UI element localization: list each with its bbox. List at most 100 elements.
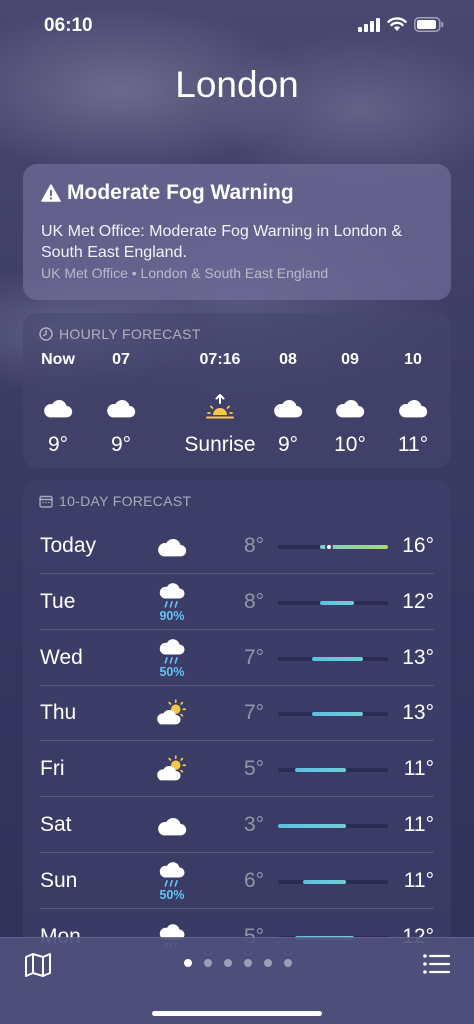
page-indicator[interactable] [184,959,292,967]
forecast-day-row[interactable]: Wed 50% 7° 13° [40,630,434,686]
temp-range-fill [320,600,355,605]
temp-range-fill [311,656,363,661]
page-dot[interactable] [284,959,292,967]
hour-value: 10° [334,433,366,456]
hour-value: 9° [277,433,299,456]
rain-cloud-icon: 50% [154,859,190,903]
low-temp: 3° [244,813,265,836]
temp-range-bar [278,600,388,605]
temp-range-fill [294,768,346,773]
high-temp: 16° [402,534,434,557]
calendar-icon [39,495,53,508]
hourly-item: 09 10° [315,351,385,457]
forecast-day-row[interactable]: Thu 7° 13° [40,685,434,742]
hour-label: 09 [341,351,359,368]
status-bar: 06:10 [0,0,474,52]
hourly-item: 10 11° [378,351,448,457]
list-icon[interactable] [422,952,450,976]
forecast-day-row[interactable]: Sun 50% 6° 11° [40,853,434,909]
current-temp-marker [324,543,333,551]
low-temp: 7° [244,701,265,725]
hour-label: 08 [279,351,297,368]
low-temp: 8° [244,589,265,613]
hourly-item: Now 9° [23,351,93,457]
page-dot[interactable] [264,959,272,967]
status-time: 06:10 [44,15,93,36]
wifi-icon [387,17,407,31]
hourly-item: 07 9° [86,351,156,457]
clock-icon [39,327,53,341]
day-label: Sat [40,813,72,836]
cloud-icon [253,387,323,427]
ten-day-forecast-card[interactable]: 10-DAY FORECAST Today 8° 16° Tue 90% 8° 12° Wed… [23,480,451,950]
day-label: Today [40,534,97,557]
temp-range-bar [278,768,388,773]
ten-day-forecast-title: 10-DAY FORECAST [59,493,192,509]
hourly-forecast-card[interactable]: HOURLY FORECAST Now 9° 07 9° 07:16 Sunrise 08 9… [23,313,451,468]
hourly-forecast-header: HOURLY FORECAST [39,326,201,342]
rain-cloud-icon: 90% [154,580,190,624]
temp-range-fill [303,879,346,884]
map-icon[interactable] [24,952,52,978]
precipitation-chance: 50% [159,664,185,679]
day-label: Tue [40,589,76,613]
day-label: Sun [40,868,78,892]
day-label: Thu [40,701,77,725]
forecast-day-row[interactable]: Tue 90% 8° 12° [40,574,434,630]
hour-label: Now [41,351,75,368]
hour-value: 9° [47,433,69,456]
precipitation-chance: 50% [159,887,185,902]
rain-cloud-icon: 50% [154,636,190,680]
forecast-day-row[interactable]: Today 8° 16° [40,518,434,574]
high-temp: 13° [402,645,434,669]
alert-description: UK Met Office: Moderate Fog Warning in L… [41,223,403,261]
bottom-toolbar [0,937,474,1024]
precipitation-chance: 90% [159,608,185,623]
forecast-day-row[interactable]: Sat 3° 11° [40,797,434,853]
temp-range-fill [278,824,346,828]
page-dot[interactable] [204,959,212,967]
city-name: London [175,64,299,105]
hour-value: 11° [397,433,429,456]
temp-range-bar [278,543,388,551]
page-dot[interactable] [244,959,252,967]
high-temp: 11° [403,757,434,781]
alert-title-row: Moderate Fog Warning [41,181,294,205]
high-temp: 11° [403,813,434,836]
low-temp: 7° [244,645,265,669]
home-indicator[interactable] [152,1011,322,1016]
low-temp: 8° [244,534,265,557]
temp-range-bar [278,879,388,884]
temp-range-bar [278,824,388,828]
cloud-icon [154,803,190,847]
day-label: Fri [40,757,65,781]
battery-icon [414,17,444,32]
weather-alert-card[interactable]: Moderate Fog Warning UK Met Office: Mode… [23,164,451,300]
partly-sunny-icon [154,747,190,791]
page-dot-current[interactable] [184,959,192,967]
partly-sunny-icon [154,691,190,735]
high-temp: 13° [402,701,434,725]
cloud-icon [315,387,385,427]
day-label: Wed [40,645,83,669]
page-dot[interactable] [224,959,232,967]
high-temp: 11° [403,868,434,892]
cloud-icon [154,524,190,568]
temp-range-bar [278,712,388,717]
low-temp: 5° [244,757,265,781]
hour-label: 10 [404,351,422,368]
temp-range-fill [311,712,363,717]
alert-source: UK Met Office • London & South East Engl… [41,265,329,281]
warning-icon [41,184,61,202]
cloud-icon [23,387,93,427]
hourly-item: 08 9° [253,351,323,457]
temp-range-bar [278,656,388,661]
cloud-icon [378,387,448,427]
cellular-signal-icon [358,17,380,32]
hour-value: 9° [110,433,132,456]
low-temp: 6° [244,868,265,892]
high-temp: 12° [402,589,434,613]
ten-day-forecast-header: 10-DAY FORECAST [39,493,191,509]
alert-title: Moderate Fog Warning [67,181,294,204]
forecast-day-row[interactable]: Fri 5° 11° [40,741,434,798]
